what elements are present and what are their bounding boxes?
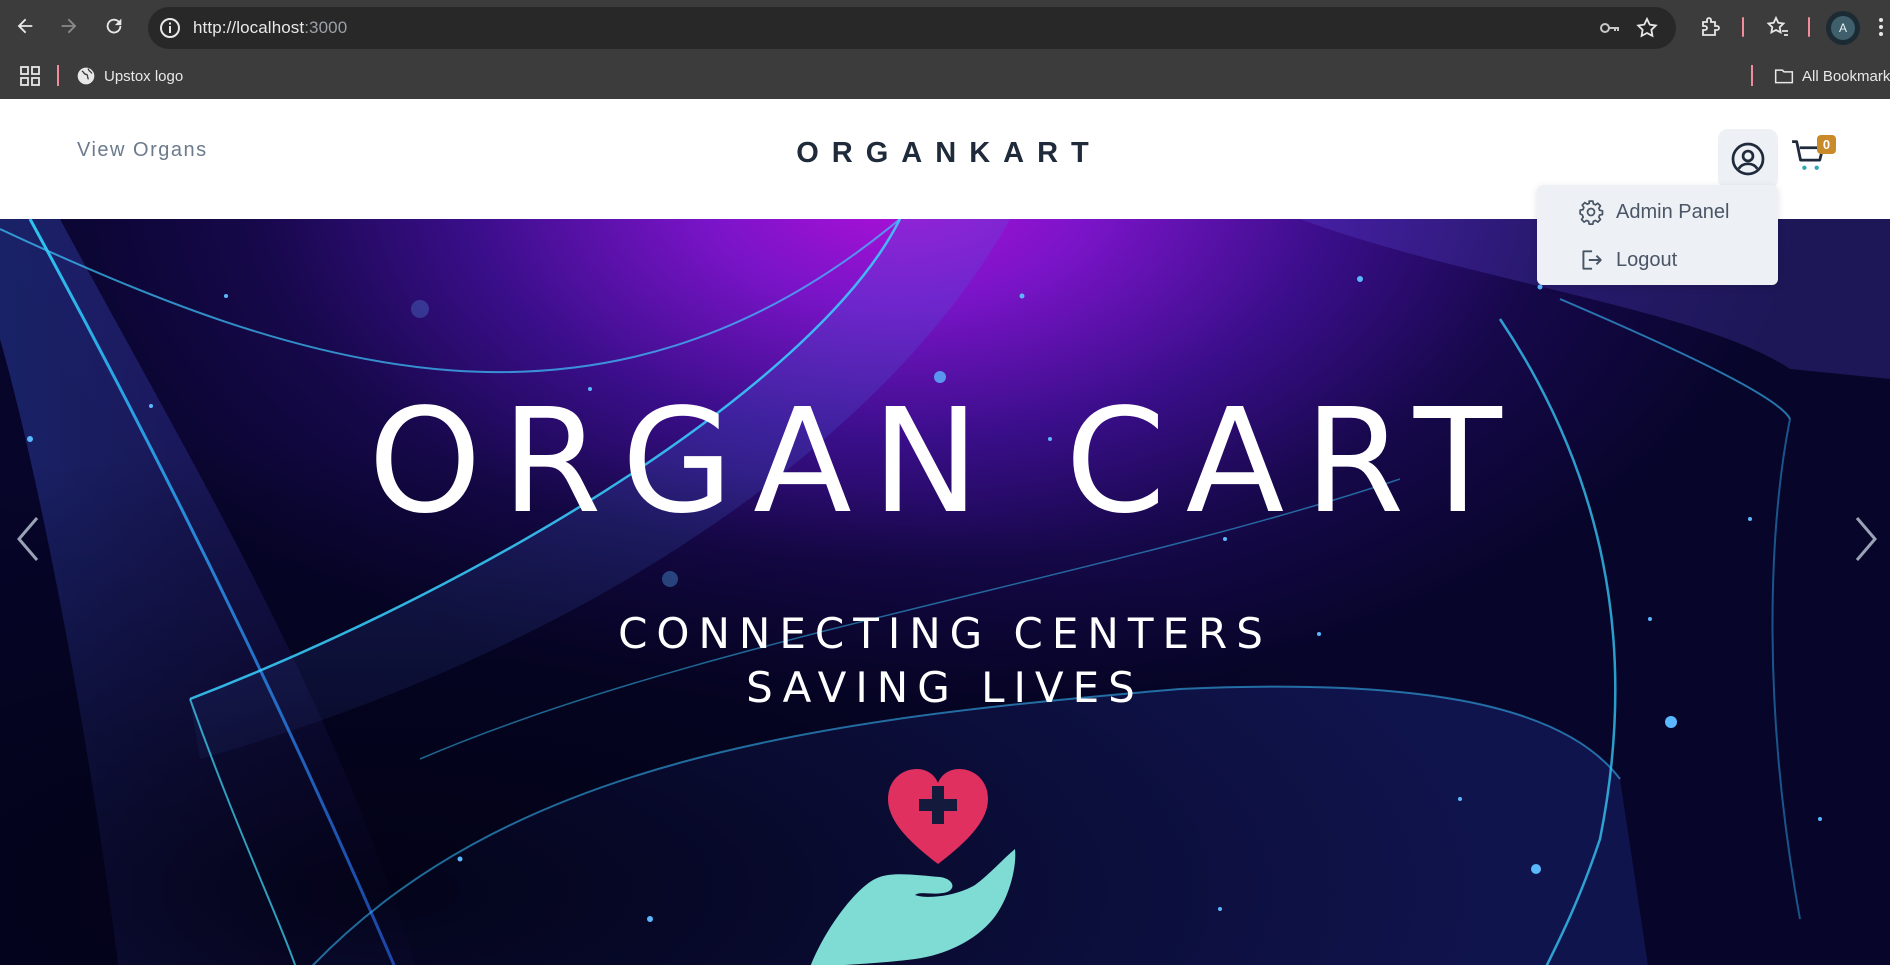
profile-avatar[interactable]: A (1826, 11, 1860, 45)
carousel-prev-button[interactable] (8, 509, 48, 569)
browser-chrome: http://localhost:3000 A Upstox logo All … (0, 0, 1890, 99)
site-info-icon[interactable] (158, 16, 182, 40)
menu-item-label: Admin Panel (1616, 200, 1730, 223)
forward-arrow-icon (61, 18, 77, 34)
reload-icon (106, 18, 122, 34)
bookmark-star-icon[interactable] (1635, 16, 1659, 40)
extensions-button[interactable] (1697, 13, 1725, 41)
reload-button[interactable] (99, 11, 129, 41)
hero-tagline-2: SAVING LIVES (746, 663, 1144, 712)
avatar-letter: A (1831, 16, 1855, 40)
toolbar-divider (1808, 17, 1810, 37)
bookmarks-divider (1751, 65, 1753, 86)
all-bookmarks[interactable]: All Bookmarks (1774, 63, 1890, 89)
hero-carousel: ORGAN CART CONNECTING CENTERS SAVING LIV… (0, 219, 1890, 965)
browser-toolbar: http://localhost:3000 A (0, 0, 1890, 54)
folder-icon (1774, 69, 1794, 84)
url-port: :3000 (304, 18, 348, 37)
user-dropdown-menu: Admin Panel Logout (1537, 185, 1778, 285)
chevron-left-icon (17, 517, 39, 561)
reading-list-button[interactable] (1764, 13, 1792, 41)
menu-item-logout[interactable]: Logout (1537, 237, 1778, 283)
bookmark-label: Upstox logo (104, 67, 184, 85)
logout-icon (1582, 250, 1602, 270)
puzzle-icon (1702, 17, 1720, 36)
heart-hand-icon (810, 769, 1016, 965)
gear-icon (1579, 200, 1604, 225)
kebab-menu-icon (1879, 18, 1883, 36)
bookmark-upstox[interactable]: Upstox logo (76, 63, 183, 89)
brand-logo-text[interactable]: ORGANKART (0, 137, 1890, 170)
all-bookmarks-label: All Bookmarks (1802, 67, 1890, 85)
star-list-icon (1766, 15, 1788, 36)
chevron-right-icon (1855, 517, 1877, 561)
url-text[interactable]: http://localhost:3000 (193, 18, 347, 38)
toolbar-divider (1742, 17, 1744, 37)
menu-item-label: Logout (1616, 248, 1678, 271)
address-bar[interactable]: http://localhost:3000 (148, 7, 1676, 49)
back-arrow-icon (17, 18, 33, 34)
back-button[interactable] (10, 11, 40, 41)
hero-tagline-1: CONNECTING CENTERS (618, 609, 1272, 658)
bookmarks-bar: Upstox logo All Bookmarks (0, 54, 1890, 99)
url-host: http://localhost (193, 18, 305, 37)
user-circle-icon (1731, 142, 1765, 176)
menu-item-admin-panel[interactable]: Admin Panel (1537, 189, 1778, 235)
cart-count-badge: 0 (1817, 135, 1836, 154)
password-key-icon[interactable] (1598, 16, 1622, 40)
carousel-next-button[interactable] (1846, 509, 1886, 569)
user-menu-button[interactable] (1718, 129, 1778, 189)
globe-icon (77, 67, 95, 85)
brand-name: ORGANKART (796, 137, 1102, 169)
apps-grid-icon[interactable] (18, 64, 42, 88)
bookmarks-divider (57, 65, 59, 86)
browser-menu-button[interactable] (1872, 13, 1890, 41)
hero-title: ORGAN CART (368, 377, 1522, 545)
forward-button[interactable] (54, 11, 84, 41)
